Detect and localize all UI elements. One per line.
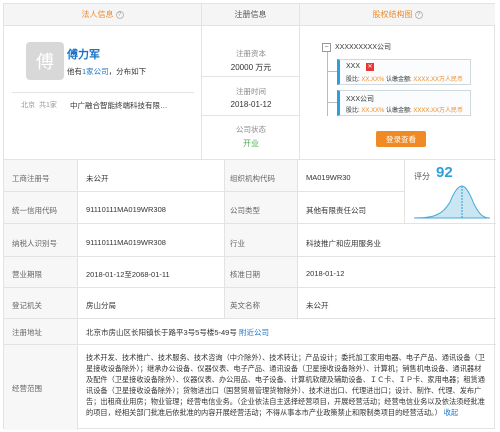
legal-rep-name-link[interactable]: 傅力军 bbox=[67, 46, 100, 62]
avatar: 傅 bbox=[26, 42, 64, 80]
collapse-link[interactable]: 收起 bbox=[444, 408, 458, 417]
taxpayer-id-value: 91110111MA019WR308 bbox=[86, 238, 166, 247]
english-name-value: 未公开 bbox=[306, 301, 329, 310]
capital-label: 注册资本 bbox=[236, 49, 266, 58]
registration-header-text: 注册信息 bbox=[234, 10, 267, 19]
shareholder-card[interactable]: XXX ✕ 股比: XX.XX% 认缴金额: XXXX.XX万人民币 bbox=[337, 59, 471, 85]
tree-connector bbox=[327, 71, 337, 72]
taxpayer-id-label: 纳税人识别号 bbox=[12, 238, 57, 249]
nearby-companies-link[interactable]: 附近公司 bbox=[239, 328, 269, 337]
region-count: 共1家 bbox=[39, 102, 57, 109]
legal-rep-header: 法人信息 ? bbox=[4, 4, 201, 26]
term-value: 2018-01-12至2068-01-11 bbox=[86, 270, 170, 279]
industry-label: 行业 bbox=[230, 238, 245, 249]
person-flag-icon: ✕ bbox=[366, 63, 375, 71]
shareholder-name: XXX公司 bbox=[346, 96, 375, 103]
shareholder-stats: 股比: XX.XX% 认缴金额: XXXX.XX万人民币 bbox=[346, 77, 464, 83]
authority-value: 房山分局 bbox=[86, 301, 116, 310]
approval-date-value: 2018-01-12 bbox=[306, 269, 345, 278]
related-company-link[interactable]: 中广融合智能终端科技有限… bbox=[70, 100, 168, 111]
authority-label: 登记机关 bbox=[12, 300, 42, 311]
org-code-value: MA019WR30 bbox=[306, 173, 351, 182]
scope-text: 技术开发、技术推广、技术服务、技术咨询（中介除外）、技术转让；产品设计；委托加工… bbox=[86, 352, 486, 418]
divider bbox=[4, 287, 496, 288]
legal-rep-header-text: 法人信息 bbox=[81, 10, 114, 19]
legal-rep-companies: 他有1家公司，分布如下 bbox=[67, 66, 146, 77]
region-label: 北京 bbox=[21, 102, 35, 109]
divider bbox=[202, 115, 299, 116]
address-value: 北京市房山区长阳镇长于路平3号5号楼5-49号 附近公司 bbox=[86, 327, 269, 338]
login-view-button[interactable]: 登录查看 bbox=[376, 131, 426, 147]
divider bbox=[201, 4, 202, 159]
shareholder-name: XXX ✕ bbox=[346, 63, 375, 71]
score-value: 92 bbox=[436, 164, 453, 181]
region-meta: 北京 共1家 bbox=[21, 100, 57, 110]
companies-prefix: 他有 bbox=[67, 67, 82, 76]
shareholder-card[interactable]: XXX公司 股比: XX.XX% 认缴金额: XXXX.XX万人民币 bbox=[337, 90, 471, 116]
tree-connector bbox=[327, 52, 328, 116]
scope-label: 经营范围 bbox=[12, 383, 42, 394]
registration-header: 注册信息 bbox=[202, 4, 299, 26]
credit-code-label: 统一信用代码 bbox=[12, 205, 57, 216]
divider bbox=[202, 76, 299, 77]
capital-value: 20000 万元 bbox=[230, 63, 272, 72]
term-label: 营业期限 bbox=[12, 269, 42, 280]
equity-root-name: XXXXXXXXX公司 bbox=[335, 44, 392, 51]
reg-date-label: 注册时间 bbox=[236, 87, 266, 96]
address-label: 注册地址 bbox=[12, 327, 42, 338]
equity-root[interactable]: − XXXXXXXXX公司 bbox=[322, 42, 391, 52]
help-icon[interactable]: ? bbox=[414, 10, 423, 19]
collapse-icon[interactable]: − bbox=[322, 42, 331, 52]
status-label: 公司状态 bbox=[236, 125, 266, 134]
business-reg-no-value: 未公开 bbox=[86, 174, 109, 183]
approval-date-label: 核准日期 bbox=[230, 269, 260, 280]
divider bbox=[77, 160, 78, 430]
industry-value: 科技推广和应用服务业 bbox=[306, 239, 381, 248]
reg-date-value: 2018-01-12 bbox=[230, 100, 272, 109]
score-distribution-curve bbox=[413, 185, 491, 219]
companies-count-link[interactable]: 1家公司 bbox=[82, 67, 109, 76]
divider bbox=[4, 256, 496, 257]
address-text: 北京市房山区长阳镇长于路平3号5号楼5-49号 bbox=[86, 328, 237, 337]
help-icon[interactable]: ? bbox=[115, 10, 124, 19]
divider bbox=[297, 160, 298, 318]
english-name-label: 英文名称 bbox=[230, 300, 260, 311]
divider bbox=[4, 318, 496, 319]
status-value: 开业 bbox=[243, 139, 259, 148]
divider bbox=[4, 223, 496, 224]
shareholder-stats: 股比: XX.XX% 认缴金额: XXXX.XX万人民币 bbox=[346, 108, 464, 114]
divider bbox=[4, 191, 404, 192]
credit-code-value: 91110111MA019WR308 bbox=[86, 205, 166, 214]
company-type-value: 其他有限责任公司 bbox=[306, 206, 366, 215]
divider bbox=[12, 92, 194, 93]
scope-body: 技术开发、技术推广、技术服务、技术咨询（中介除外）、技术转让；产品设计；委托加工… bbox=[86, 353, 485, 417]
equity-header-text: 股权结构图 bbox=[372, 10, 413, 19]
equity-header: 股权结构图 ? bbox=[300, 4, 495, 26]
business-reg-no-label: 工商注册号 bbox=[12, 173, 50, 184]
divider bbox=[404, 160, 405, 223]
divider bbox=[299, 4, 300, 159]
divider bbox=[4, 344, 496, 345]
divider bbox=[224, 160, 225, 318]
score-label: 评分 bbox=[414, 172, 430, 181]
company-type-label: 公司类型 bbox=[230, 205, 260, 216]
tree-connector bbox=[327, 102, 337, 103]
org-code-label: 组织机构代码 bbox=[230, 173, 275, 184]
company-info-panel: 法人信息 ? 注册信息 股权结构图 ? 傅 傅力军 他有1家公司，分布如下 北京… bbox=[3, 3, 496, 430]
companies-suffix: ，分布如下 bbox=[108, 67, 147, 76]
